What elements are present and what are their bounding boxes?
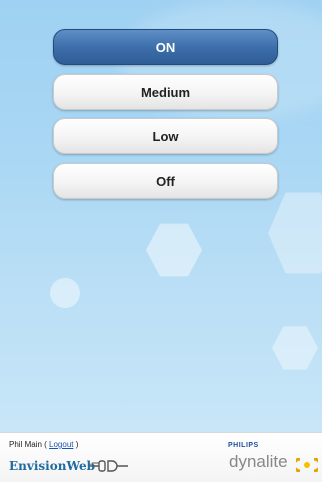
off-button[interactable]: Off (53, 163, 278, 199)
hexagon-decoration (272, 326, 318, 370)
user-name: Phil Main (9, 440, 42, 449)
philips-logo: PHILIPS (228, 442, 259, 449)
on-button[interactable]: ON (53, 29, 278, 65)
hexagon-decoration (146, 223, 202, 277)
dynalite-logo-icon (296, 458, 318, 472)
envisionweb-logo: EnvisionWeb (9, 459, 95, 473)
dynalite-logo: dynalite (229, 452, 288, 471)
control-panel: ON Medium Low Off (0, 0, 322, 432)
user-info: Phil Main ( Logout ) (9, 440, 79, 449)
medium-button[interactable]: Medium (53, 74, 278, 110)
logout-link[interactable]: Logout (49, 440, 73, 449)
circle-decoration (50, 278, 80, 308)
plug-icon (90, 460, 128, 472)
hexagon-decoration (268, 192, 322, 274)
low-button[interactable]: Low (53, 118, 278, 154)
